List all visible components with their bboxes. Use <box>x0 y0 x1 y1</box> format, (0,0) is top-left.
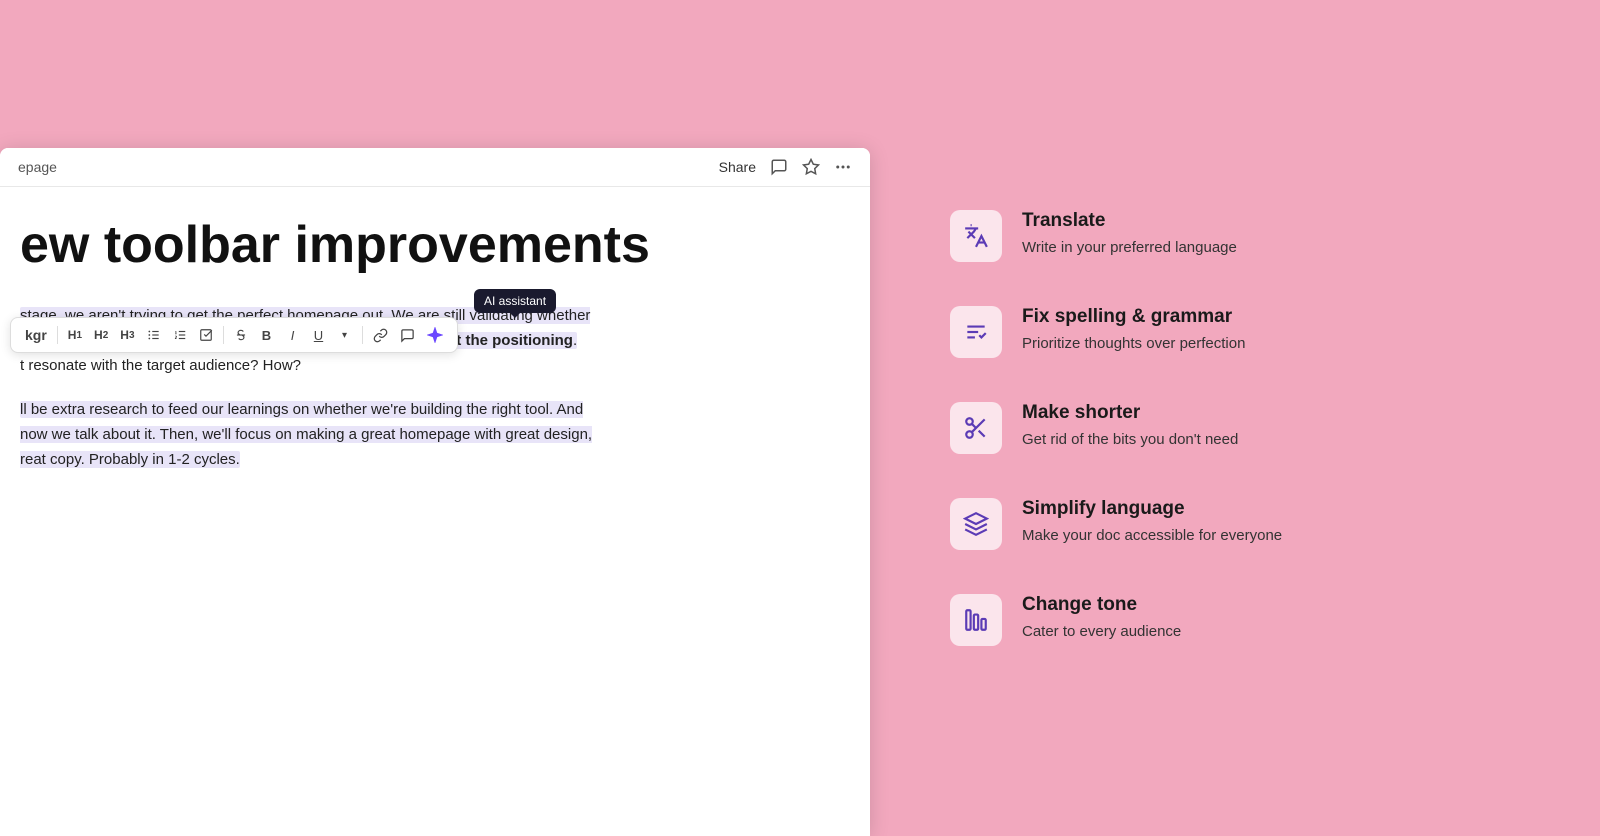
ai-assistant-tooltip: AI assistant <box>474 289 556 313</box>
translate-text: Translate Write in your preferred langua… <box>1022 210 1237 258</box>
comment-toolbar-icon[interactable] <box>770 158 788 176</box>
more-toolbar-icon[interactable] <box>834 158 852 176</box>
spelling-desc: Prioritize thoughts over perfection <box>1022 333 1245 354</box>
spelling-title: Fix spelling & grammar <box>1022 306 1245 329</box>
right-panel: Translate Write in your preferred langua… <box>870 0 1600 836</box>
strikethrough-button[interactable] <box>230 325 252 345</box>
translate-icon-box <box>950 210 1002 262</box>
bullet-list-button[interactable] <box>143 325 165 345</box>
toolbar-separator-1 <box>57 326 58 344</box>
shorter-title: Make shorter <box>1022 402 1238 425</box>
tone-text: Change tone Cater to every audience <box>1022 594 1181 642</box>
section-label-display: kgr <box>21 324 51 346</box>
toolbar-separator-3 <box>362 326 363 344</box>
doc-toolbar: epage Share <box>0 148 870 187</box>
tone-title: Change tone <box>1022 594 1181 617</box>
numbered-list-button[interactable] <box>169 325 191 345</box>
h1-button[interactable]: H1 <box>64 325 86 345</box>
shorter-desc: Get rid of the bits you don't need <box>1022 429 1238 450</box>
feature-shorter[interactable]: Make shorter Get rid of the bits you don… <box>950 384 1540 472</box>
feature-translate[interactable]: Translate Write in your preferred langua… <box>950 192 1540 280</box>
italic-button[interactable]: I <box>282 325 304 346</box>
simplify-icon-box <box>950 498 1002 550</box>
doc-content: ew toolbar improvements AI assistant kgr… <box>0 187 870 523</box>
tone-desc: Cater to every audience <box>1022 621 1181 642</box>
checkbox-button[interactable] <box>195 325 217 345</box>
editor-panel: epage Share ew toolbar improvements AI a… <box>0 0 870 836</box>
link-button[interactable] <box>369 325 392 346</box>
simplify-title: Simplify language <box>1022 498 1282 521</box>
bookmark-toolbar-icon[interactable] <box>802 158 820 176</box>
simplify-desc: Make your doc accessible for everyone <box>1022 525 1282 546</box>
comment-button[interactable] <box>396 325 419 346</box>
paragraph-2: ll be extra research to feed our learnin… <box>20 398 830 472</box>
ai-assistant-button[interactable] <box>423 324 447 346</box>
underline-button[interactable]: U <box>308 325 330 346</box>
tone-icon-box <box>950 594 1002 646</box>
spelling-text: Fix spelling & grammar Prioritize though… <box>1022 306 1245 354</box>
feature-tone[interactable]: Change tone Cater to every audience <box>950 576 1540 664</box>
document-window: epage Share ew toolbar improvements AI a… <box>0 148 870 836</box>
shorter-icon-box <box>950 402 1002 454</box>
h2-button[interactable]: H2 <box>90 325 112 345</box>
spelling-icon-box <box>950 306 1002 358</box>
document-title: ew toolbar improvements <box>20 217 830 274</box>
bold-button[interactable]: B <box>256 325 278 346</box>
highlighted-para2: ll be extra research to feed our learnin… <box>20 401 592 468</box>
translate-title: Translate <box>1022 210 1237 233</box>
shorter-text: Make shorter Get rid of the bits you don… <box>1022 402 1238 450</box>
h3-button[interactable]: H3 <box>116 325 138 345</box>
breadcrumb: epage <box>18 159 57 175</box>
feature-simplify[interactable]: Simplify language Make your doc accessib… <box>950 480 1540 568</box>
formatting-toolbar: kgr H1 H2 H3 B I U <box>10 317 458 353</box>
feature-spelling[interactable]: Fix spelling & grammar Prioritize though… <box>950 288 1540 376</box>
underline-dropdown-button[interactable]: ▾ <box>334 327 356 344</box>
simplify-text: Simplify language Make your doc accessib… <box>1022 498 1282 546</box>
translate-desc: Write in your preferred language <box>1022 237 1237 258</box>
toolbar-separator-2 <box>223 326 224 344</box>
share-button[interactable]: Share <box>719 159 756 175</box>
top-bar <box>0 0 870 148</box>
